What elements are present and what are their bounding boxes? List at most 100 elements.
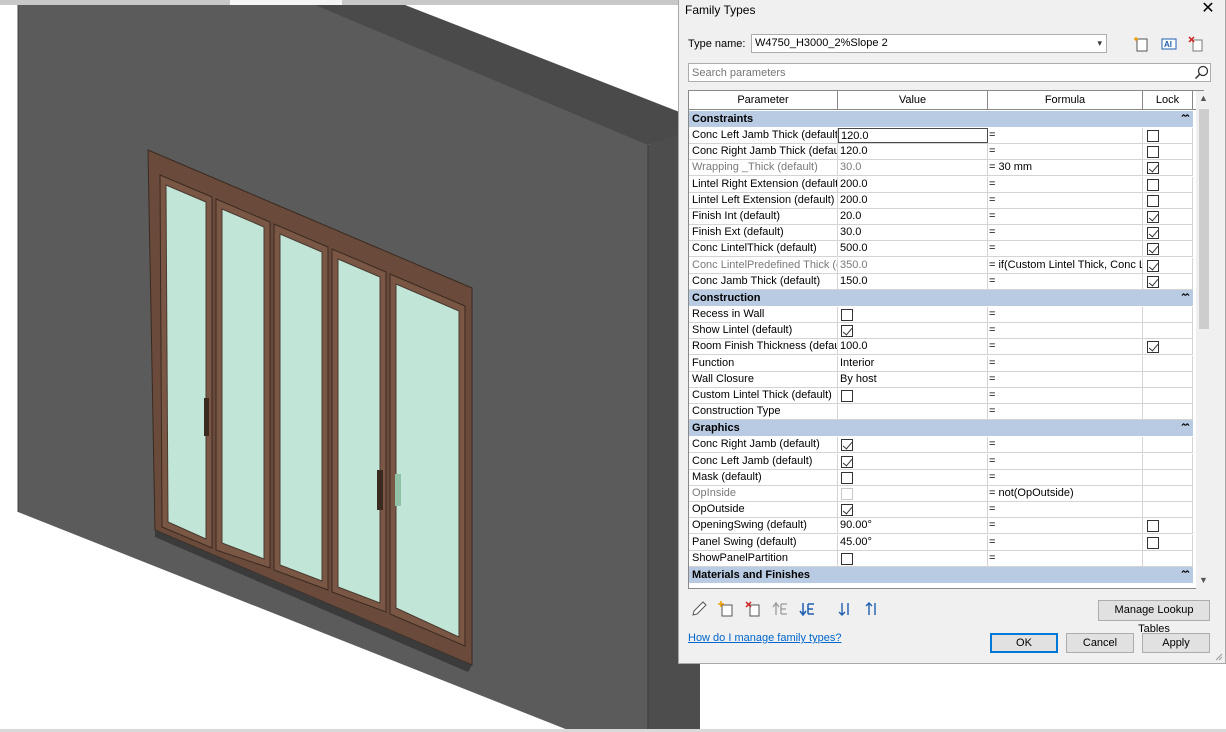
formula-cell[interactable]: = xyxy=(988,307,1143,323)
formula-cell[interactable]: = xyxy=(988,339,1143,356)
parameter-name-cell[interactable]: Finish Ext (default) xyxy=(689,225,838,242)
edit-parameter-icon[interactable] xyxy=(690,600,708,618)
active-view-tab[interactable] xyxy=(230,0,342,5)
value-cell[interactable]: 45.00° xyxy=(838,534,988,551)
table-row[interactable]: Conc Jamb Thick (default) 150.0 = xyxy=(689,273,1193,290)
value-cell[interactable]: 30.0 xyxy=(838,225,988,242)
lock-cell[interactable] xyxy=(1143,339,1193,356)
lock-checkbox[interactable] xyxy=(1147,211,1159,223)
new-parameter-icon[interactable] xyxy=(717,600,735,618)
formula-cell[interactable]: = xyxy=(988,241,1143,258)
parameter-name-cell[interactable]: Room Finish Thickness (defaul xyxy=(689,339,838,356)
value-checkbox[interactable] xyxy=(841,471,853,484)
value-checkbox-cell[interactable] xyxy=(838,453,988,470)
delete-type-icon[interactable] xyxy=(1187,35,1205,53)
column-header-parameter[interactable]: Parameter xyxy=(689,91,838,110)
value-cell[interactable]: 500.0 xyxy=(838,241,988,258)
group-header-graphics[interactable]: Graphics ⌃⌃ xyxy=(689,420,1193,438)
formula-cell[interactable]: = xyxy=(988,144,1143,161)
collapse-icon[interactable]: ⌃⌃ xyxy=(1180,422,1191,433)
value-checkbox[interactable] xyxy=(841,552,853,565)
sort-ascending-icon[interactable] xyxy=(837,600,855,618)
lock-checkbox[interactable] xyxy=(1147,520,1159,533)
parameter-name-cell[interactable]: Function xyxy=(689,355,838,372)
column-header-lock[interactable]: Lock xyxy=(1143,91,1193,110)
lock-checkbox[interactable] xyxy=(1147,130,1159,142)
group-header-constraints[interactable]: Constraints ⌃⌃ xyxy=(689,111,1193,128)
group-header-materials-and-finishes[interactable]: Materials and Finishes ⌃⌃ xyxy=(689,567,1193,584)
table-row[interactable]: Lintel Left Extension (default) 200.0 = xyxy=(689,192,1193,209)
parameter-name-cell[interactable]: Lintel Left Extension (default) xyxy=(689,192,838,209)
value-checkbox[interactable] xyxy=(841,390,853,402)
table-row[interactable]: ShowPanelPartition = xyxy=(689,550,1193,567)
parameter-name-cell[interactable]: Conc Left Jamb Thick (default) xyxy=(689,128,838,144)
new-type-icon[interactable] xyxy=(1133,35,1151,53)
move-down-icon[interactable] xyxy=(798,600,816,618)
formula-cell[interactable]: = xyxy=(988,469,1143,486)
table-row[interactable]: Construction Type = xyxy=(689,404,1193,421)
parameter-name-cell[interactable]: Construction Type xyxy=(689,404,838,421)
formula-cell[interactable]: = xyxy=(988,437,1143,454)
delete-parameter-icon[interactable] xyxy=(744,600,762,618)
value-cell[interactable]: 30.0 xyxy=(838,160,988,177)
collapse-icon[interactable]: ⌃⌃ xyxy=(1180,292,1191,303)
table-row[interactable]: OpInside = not(OpOutside) xyxy=(689,486,1193,502)
table-row[interactable]: Recess in Wall = xyxy=(689,307,1193,323)
table-row[interactable]: Mask (default) = xyxy=(689,469,1193,486)
table-row[interactable]: Custom Lintel Thick (default) = xyxy=(689,388,1193,404)
parameter-name-cell[interactable]: Conc Right Jamb Thick (default) xyxy=(689,144,838,161)
scrollbar-thumb[interactable] xyxy=(1199,109,1209,329)
value-checkbox-cell[interactable] xyxy=(838,307,988,323)
3d-view-canvas[interactable] xyxy=(0,0,700,732)
search-icon[interactable] xyxy=(1193,64,1210,81)
value-cell[interactable]: 150.0 xyxy=(838,273,988,290)
value-cell[interactable]: 200.0 xyxy=(838,192,988,209)
lock-checkbox[interactable] xyxy=(1147,536,1159,549)
parameter-name-cell[interactable]: Finish Int (default) xyxy=(689,209,838,225)
value-checkbox[interactable] xyxy=(841,455,853,468)
close-icon[interactable]: ✕ xyxy=(1199,0,1217,18)
value-cell[interactable]: 120.0 xyxy=(838,144,988,161)
formula-cell[interactable]: = xyxy=(988,534,1143,551)
scroll-down-icon[interactable]: ▼ xyxy=(1199,575,1208,585)
parameter-name-cell[interactable]: Wall Closure xyxy=(689,371,838,388)
lock-cell[interactable] xyxy=(1143,209,1193,225)
value-cell[interactable]: 20.0 xyxy=(838,209,988,225)
table-row[interactable]: Finish Ext (default) 30.0 = xyxy=(689,225,1193,242)
value-checkbox-cell[interactable] xyxy=(838,502,988,519)
value-checkbox-cell[interactable] xyxy=(838,323,988,340)
lock-cell[interactable] xyxy=(1143,144,1193,161)
lock-checkbox[interactable] xyxy=(1147,259,1159,272)
formula-cell[interactable]: = xyxy=(988,371,1143,388)
search-parameters-input[interactable] xyxy=(688,63,1211,82)
parameter-name-cell[interactable]: Panel Swing (default) xyxy=(689,534,838,551)
parameter-name-cell[interactable]: Conc Left Jamb (default) xyxy=(689,453,838,470)
formula-cell[interactable]: = xyxy=(988,550,1143,567)
table-row[interactable]: Conc Left Jamb (default) = xyxy=(689,453,1193,470)
move-up-icon[interactable] xyxy=(771,600,789,618)
table-row[interactable]: Lintel Right Extension (default) 200.0 = xyxy=(689,176,1193,193)
lock-checkbox[interactable] xyxy=(1147,243,1159,256)
sort-descending-icon[interactable] xyxy=(864,600,882,618)
table-row[interactable]: Wall Closure By host = xyxy=(689,371,1193,388)
value-checkbox-cell[interactable] xyxy=(838,388,988,404)
formula-cell[interactable]: = xyxy=(988,176,1143,193)
lock-cell[interactable] xyxy=(1143,225,1193,242)
value-checkbox[interactable] xyxy=(841,439,853,452)
formula-cell[interactable]: = xyxy=(988,453,1143,470)
lock-cell[interactable] xyxy=(1143,518,1193,535)
formula-cell[interactable]: = xyxy=(988,273,1143,290)
parameter-name-cell[interactable]: Mask (default) xyxy=(689,469,838,486)
lock-cell[interactable] xyxy=(1143,273,1193,290)
manage-lookup-tables-button[interactable]: Manage Lookup Tables xyxy=(1098,600,1210,635)
parameter-name-cell[interactable]: OpOutside xyxy=(689,502,838,519)
formula-cell[interactable]: = xyxy=(988,355,1143,372)
lock-checkbox[interactable] xyxy=(1147,275,1159,288)
parameter-name-cell[interactable]: Show Lintel (default) xyxy=(689,323,838,340)
formula-cell[interactable]: = xyxy=(988,502,1143,519)
value-cell[interactable]: By host xyxy=(838,371,988,388)
formula-cell[interactable]: = if(Custom Lintel Thick, Conc L xyxy=(988,257,1143,274)
group-header-construction[interactable]: Construction ⌃⌃ xyxy=(689,290,1193,307)
value-checkbox[interactable] xyxy=(841,325,853,338)
value-checkbox-cell[interactable] xyxy=(838,437,988,454)
